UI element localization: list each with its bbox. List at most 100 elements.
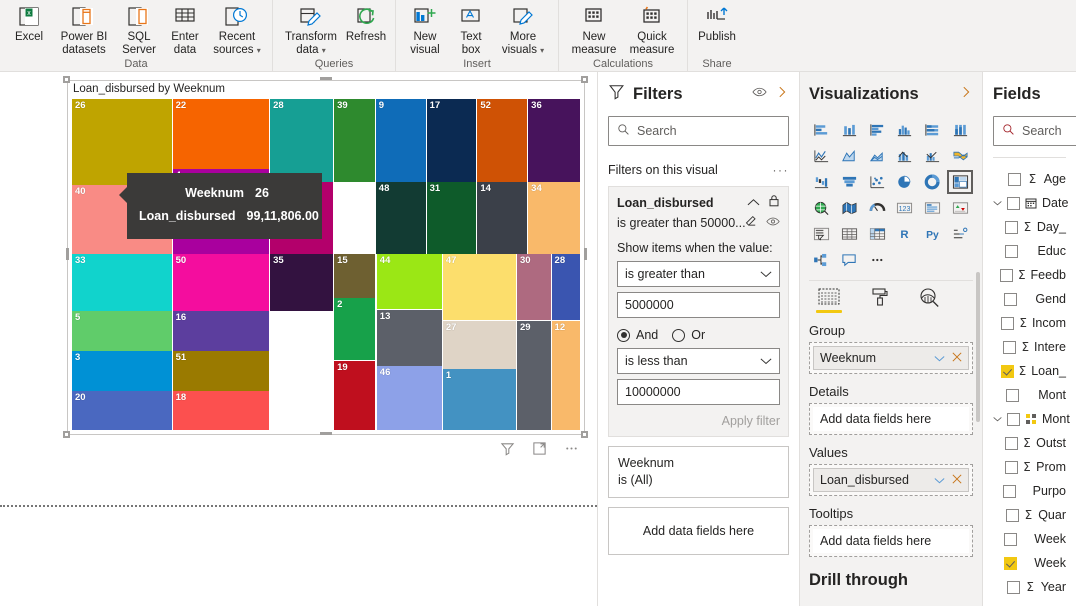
treemap-plot-area[interactable]: 2640335320224501651182837351521939917523… (72, 99, 580, 430)
treemap-tile[interactable]: 36 (528, 99, 580, 182)
treemap-tile[interactable]: 33 (72, 254, 172, 310)
treemap-tile[interactable]: 22 (173, 99, 270, 169)
slicer-icon[interactable] (809, 222, 835, 246)
treemap-tile[interactable]: 2 (334, 298, 375, 360)
treemap-tile[interactable]: 9 (376, 99, 426, 182)
well-empty-placeholder[interactable]: Add data fields here (813, 529, 969, 553)
treemap-tile[interactable]: 15 (334, 254, 375, 297)
enter-data-button[interactable]: Enterdata (162, 2, 208, 57)
treemap-tile[interactable]: 34 (528, 182, 580, 253)
well-details[interactable]: Add data fields here (809, 403, 973, 435)
treemap-tile[interactable]: 31 (427, 182, 477, 253)
collapse-visualizations-chevron-right-icon[interactable] (959, 85, 973, 104)
treemap-tile[interactable]: 1 (443, 369, 516, 430)
field-row[interactable]: ΣQuar (993, 503, 1066, 527)
100-stacked-bar-chart-icon[interactable] (920, 118, 946, 142)
treemap-tile[interactable]: 16 (173, 311, 270, 351)
scatter-chart-icon[interactable] (864, 170, 890, 194)
field-row[interactable]: Mont (993, 407, 1066, 431)
treemap-tile[interactable]: 39 (334, 99, 375, 182)
treemap-tile[interactable]: 13 (377, 310, 442, 366)
gauge-icon[interactable] (864, 196, 890, 220)
key-influencers-icon[interactable] (947, 222, 973, 246)
field-row[interactable]: Educ (993, 239, 1066, 263)
line-stacked-column-chart-icon[interactable] (892, 144, 918, 168)
more-visuals-icon[interactable] (864, 248, 890, 272)
treemap-tile[interactable]: 27 (443, 321, 516, 369)
donut-chart-icon[interactable] (920, 170, 946, 194)
chevron-down-icon[interactable] (934, 351, 945, 365)
treemap-icon[interactable] (947, 170, 973, 194)
funnel-chart-icon[interactable] (837, 170, 863, 194)
refresh-button[interactable]: Refresh (343, 2, 389, 44)
field-pill[interactable]: Loan_disbursed (813, 468, 969, 492)
field-row[interactable]: Week (993, 551, 1066, 575)
treemap-tile[interactable]: 47 (443, 254, 516, 320)
clustered-bar-chart-icon[interactable] (864, 118, 890, 142)
analytics-tab[interactable] (915, 287, 943, 313)
r-script-visual-icon[interactable]: R (892, 222, 918, 246)
table-icon[interactable] (837, 222, 863, 246)
eye-icon[interactable] (752, 85, 767, 103)
fields-search-input[interactable]: Search (993, 116, 1076, 146)
field-checkbox[interactable] (1000, 269, 1013, 282)
field-checkbox[interactable] (1003, 485, 1016, 498)
treemap-visual[interactable]: Loan_disbursed by Weeknum 26403353202245… (67, 80, 585, 435)
field-checkbox[interactable] (1001, 317, 1014, 330)
filters-dropzone[interactable]: Add data fields here (608, 507, 789, 555)
visual-more-options-icon[interactable] (562, 439, 580, 457)
filter-value-1-input[interactable]: 5000000 (617, 292, 780, 318)
line-clustered-column-chart-icon[interactable] (920, 144, 946, 168)
treemap-tile[interactable]: 52 (477, 99, 527, 182)
field-checkbox[interactable] (1005, 221, 1018, 234)
transform-data-button[interactable]: Transformdata ▾ (279, 2, 343, 57)
format-tab[interactable] (865, 287, 893, 313)
treemap-tile[interactable]: 3 (72, 351, 172, 391)
field-row[interactable]: ΣAge (993, 167, 1066, 191)
treemap-tile[interactable]: 5 (72, 311, 172, 351)
treemap-tile[interactable]: 28 (270, 99, 333, 182)
visual-filter-icon[interactable] (498, 439, 516, 457)
well-values[interactable]: Loan_disbursed (809, 464, 973, 496)
filters-search-input[interactable]: Search (608, 116, 789, 146)
treemap-tile[interactable]: 20 (72, 391, 172, 430)
field-row[interactable]: Purpo (993, 479, 1066, 503)
field-checkbox[interactable] (1007, 197, 1020, 210)
chevron-down-icon[interactable] (993, 416, 1002, 422)
field-checkbox[interactable] (1006, 509, 1019, 522)
field-checkbox[interactable] (1004, 557, 1017, 570)
or-radio[interactable] (672, 329, 685, 342)
field-row[interactable]: ΣFeedb (993, 263, 1066, 287)
field-pill[interactable]: Weeknum (813, 346, 969, 370)
stacked-column-chart-icon[interactable] (837, 118, 863, 142)
stacked-bar-chart-icon[interactable] (809, 118, 835, 142)
power-bi-datasets-button[interactable]: Power BIdatasets (52, 2, 116, 57)
treemap-tile[interactable]: 29 (517, 321, 551, 430)
eye-icon[interactable] (766, 214, 780, 232)
field-row[interactable]: ΣLoan_ (993, 359, 1066, 383)
resize-handle-top-left[interactable] (63, 76, 70, 83)
map-icon[interactable] (809, 196, 835, 220)
multi-row-card-icon[interactable] (920, 196, 946, 220)
field-row[interactable]: ΣDay_ (993, 215, 1066, 239)
line-chart-icon[interactable] (809, 144, 835, 168)
field-checkbox[interactable] (1008, 173, 1021, 186)
qna-icon[interactable] (837, 248, 863, 272)
clustered-column-chart-icon[interactable] (892, 118, 918, 142)
field-checkbox[interactable] (1007, 413, 1020, 426)
treemap-tile[interactable]: 44 (377, 254, 442, 309)
field-checkbox[interactable] (1004, 533, 1017, 546)
resize-handle-top-right[interactable] (581, 76, 588, 83)
area-chart-icon[interactable] (837, 144, 863, 168)
treemap-tile[interactable]: 48 (376, 182, 426, 253)
resize-handle-top[interactable] (320, 77, 332, 80)
filter-card-loan-disbursed[interactable]: Loan_disbursed is greater than 50000... (608, 186, 789, 437)
field-checkbox[interactable] (1001, 365, 1014, 378)
field-row[interactable]: ΣIntere (993, 335, 1066, 359)
treemap-tile[interactable]: 30 (517, 254, 551, 320)
field-checkbox[interactable] (1003, 341, 1016, 354)
resize-handle-right[interactable] (584, 248, 587, 260)
matrix-icon[interactable] (864, 222, 890, 246)
focus-mode-icon[interactable] (530, 439, 548, 457)
waterfall-chart-icon[interactable] (809, 170, 835, 194)
